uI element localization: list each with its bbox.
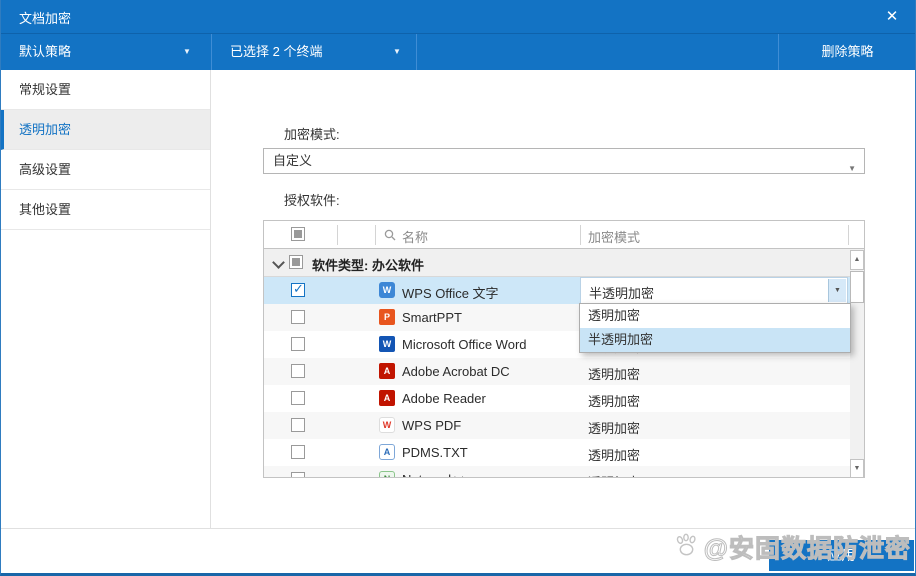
table-row[interactable]: N Notepad++ 透明加密 xyxy=(264,466,850,478)
document-encryption-dialog: 文档加密 ✕ 默认策略 ▼ 已选择 2 个终端 ▼ 删除策略 常规设置 透明加密… xyxy=(0,0,916,576)
scrollbar-thumb[interactable] xyxy=(850,271,864,303)
select-all-checkbox[interactable] xyxy=(291,227,305,241)
table-row[interactable]: W WPS PDF 透明加密 xyxy=(264,412,850,439)
mode-combo-value: 半透明加密 xyxy=(589,283,654,302)
sidebar-item-transparent-encryption[interactable]: 透明加密 xyxy=(1,110,210,150)
watermark: @安固数据防泄密 xyxy=(704,529,911,565)
terminal-dropdown-label: 已选择 2 个终端 xyxy=(230,34,322,70)
close-icon[interactable]: ✕ xyxy=(881,6,903,28)
notepad-plus-plus-icon: N xyxy=(379,471,395,478)
paw-logo-icon xyxy=(674,533,700,557)
smartppt-icon: P xyxy=(379,309,395,325)
sidebar-item-other[interactable]: 其他设置 xyxy=(1,190,210,230)
chevron-down-icon: ▼ xyxy=(393,34,401,70)
adobe-acrobat-icon: A xyxy=(379,363,395,379)
table-row[interactable]: A Adobe Reader 透明加密 xyxy=(264,385,850,412)
mode-dropdown-popup: 透明加密 半透明加密 xyxy=(579,303,851,353)
table-row[interactable]: A Adobe Acrobat DC 透明加密 xyxy=(264,358,850,385)
encrypt-mode-select[interactable]: 自定义 ▼ xyxy=(263,148,865,174)
group-label: 软件类型: 办公软件 xyxy=(312,255,424,274)
scroll-down-icon[interactable]: ▼ xyxy=(850,459,864,478)
chevron-down-icon: ▼ xyxy=(183,34,191,70)
title-bar: 文档加密 ✕ xyxy=(1,0,915,33)
group-checkbox[interactable] xyxy=(289,255,303,269)
row-checkbox[interactable] xyxy=(291,364,305,378)
txt-file-icon: A xyxy=(379,444,395,460)
column-header-mode[interactable]: 加密模式 xyxy=(588,227,640,246)
vertical-scrollbar[interactable]: ▲ ▼ xyxy=(850,250,864,478)
combo-dropdown-button[interactable]: ▼ xyxy=(828,279,846,302)
ms-word-icon: W xyxy=(379,336,395,352)
table-row[interactable]: A PDMS.TXT 透明加密 xyxy=(264,439,850,466)
window-title: 文档加密 xyxy=(19,8,71,27)
row-checkbox[interactable] xyxy=(291,391,305,405)
sidebar-item-general[interactable]: 常规设置 xyxy=(1,70,210,110)
terminal-dropdown[interactable]: 已选择 2 个终端 ▼ xyxy=(212,34,416,70)
table-header: 名称 加密模式 xyxy=(264,221,864,249)
sidebar-item-advanced[interactable]: 高级设置 xyxy=(1,150,210,190)
delete-policy-button[interactable]: 删除策略 xyxy=(778,34,916,70)
row-checkbox[interactable] xyxy=(291,445,305,459)
row-checkbox[interactable] xyxy=(291,310,305,324)
scroll-up-icon[interactable]: ▲ xyxy=(850,250,864,270)
group-row-office-software[interactable]: 软件类型: 办公软件 xyxy=(264,249,864,277)
row-checkbox[interactable] xyxy=(291,418,305,432)
table-row[interactable]: ✓ W WPS Office 文字 半透明加密 ▼ xyxy=(264,277,850,304)
column-header-name[interactable]: 名称 xyxy=(402,227,428,246)
encrypt-mode-value: 自定义 xyxy=(273,153,312,168)
policy-toolbar: 默认策略 ▼ 已选择 2 个终端 ▼ 删除策略 xyxy=(1,33,915,70)
settings-sidebar: 常规设置 透明加密 高级设置 其他设置 xyxy=(1,70,211,528)
dropdown-option-semi-transparent[interactable]: 半透明加密 xyxy=(580,328,850,352)
toolbar-separator xyxy=(416,34,417,70)
search-icon xyxy=(384,229,396,241)
policy-dropdown[interactable]: 默认策略 ▼ xyxy=(1,34,211,70)
adobe-reader-icon: A xyxy=(379,390,395,406)
chevron-down-icon: ▼ xyxy=(848,157,856,181)
watermark-text: @安固数据防泄密 xyxy=(704,535,911,563)
wps-pdf-icon: W xyxy=(379,417,395,433)
policy-dropdown-label: 默认策略 xyxy=(19,34,71,70)
encrypt-mode-label: 加密模式: xyxy=(284,124,340,143)
dropdown-option-transparent[interactable]: 透明加密 xyxy=(580,304,850,328)
mode-combo-editor[interactable]: 半透明加密 ▼ xyxy=(580,277,848,304)
row-checkbox[interactable] xyxy=(291,337,305,351)
row-checkbox[interactable] xyxy=(291,472,305,478)
row-checkbox-checked[interactable]: ✓ xyxy=(291,283,305,297)
chevron-down-icon xyxy=(272,256,285,269)
wps-writer-icon: W xyxy=(379,282,395,298)
authorized-software-label: 授权软件: xyxy=(284,190,340,209)
